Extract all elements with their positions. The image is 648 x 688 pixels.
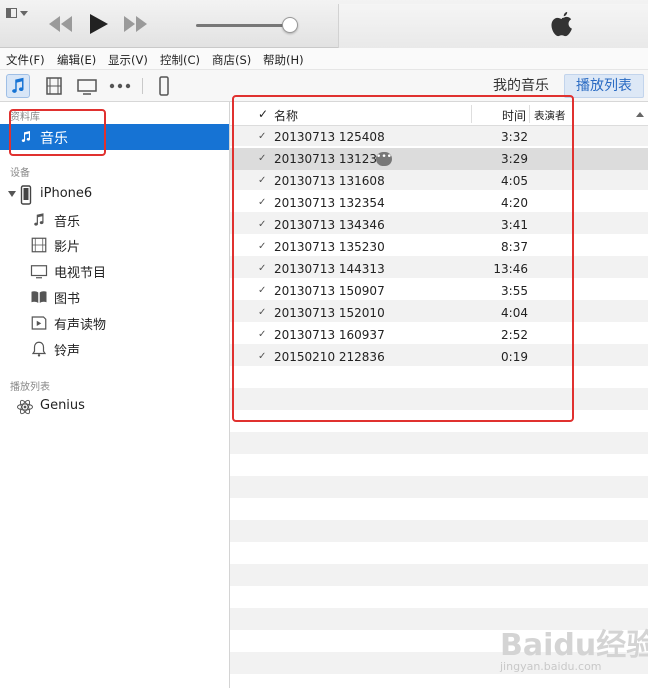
previous-track-icon[interactable]: [46, 12, 74, 36]
highlight-frame-song-list: [232, 95, 574, 422]
book-icon: [31, 291, 47, 303]
menu-store[interactable]: 商店(S): [212, 52, 251, 68]
menu-view[interactable]: 显示(V): [108, 52, 148, 68]
iphone-icon[interactable]: [152, 74, 176, 98]
window-menu-button[interactable]: [6, 8, 28, 20]
highlight-frame-library-music: [9, 109, 106, 156]
devices-heading: 设备: [10, 168, 30, 179]
bell-icon: [31, 341, 47, 357]
tab-my-music[interactable]: 我的音乐: [482, 75, 560, 97]
watermark: Baidu经验 jingyan.baidu.com: [500, 620, 648, 680]
film-icon[interactable]: [42, 74, 66, 98]
music-note-icon: [34, 213, 44, 226]
film-icon: [31, 237, 47, 253]
watermark-url: jingyan.baidu.com: [500, 660, 602, 673]
sidebar-item-label: 铃声: [54, 344, 81, 359]
next-track-icon[interactable]: [122, 12, 150, 36]
status-display: [338, 4, 648, 48]
sort-caret-icon[interactable]: [636, 112, 644, 117]
disclosure-triangle-icon[interactable]: [8, 191, 16, 197]
sidebar-item-label: 音乐: [54, 215, 81, 230]
sidebar-item-device-tv[interactable]: 电视节目: [30, 260, 210, 282]
playlists-heading: 播放列表: [10, 382, 50, 393]
sidebar-item-device-books[interactable]: 图书: [30, 286, 210, 308]
window-icon: [6, 8, 17, 18]
apple-logo-icon: [551, 11, 572, 37]
sidebar-item-label: 影片: [54, 240, 81, 255]
volume-slider-knob[interactable]: [282, 17, 298, 33]
menu-edit[interactable]: 编辑(E): [57, 52, 96, 68]
toolbar-divider: [142, 78, 143, 94]
menu-controls[interactable]: 控制(C): [160, 52, 200, 68]
sidebar-item-label: Genius: [40, 398, 85, 413]
sidebar-device-name: iPhone6: [40, 186, 93, 201]
iphone-icon: [20, 185, 32, 205]
menu-bar: 文件(F) 编辑(E) 显示(V) 控制(C) 商店(S) 帮助(H): [0, 48, 648, 70]
tv-icon: [30, 265, 48, 279]
more-dots-icon[interactable]: [108, 74, 132, 98]
sidebar-item-device-music[interactable]: 音乐: [30, 209, 210, 231]
sidebar-item-device-audiobooks[interactable]: 有声读物: [30, 312, 210, 334]
menu-file[interactable]: 文件(F): [6, 52, 45, 68]
music-note-icon[interactable]: [6, 74, 30, 98]
sidebar-item-label: 有声读物: [54, 318, 107, 333]
transport-bar: [0, 0, 648, 48]
sidebar-item-device-movies[interactable]: 影片: [30, 234, 210, 256]
watermark-brand: Baidu经验: [500, 628, 648, 663]
menu-help[interactable]: 帮助(H): [263, 52, 304, 68]
genius-atom-icon: [17, 399, 33, 415]
audiobook-icon: [31, 316, 47, 330]
tab-playlist[interactable]: 播放列表: [564, 74, 644, 98]
sidebar: 资料库 音乐 设备 iPhone6 音乐 影片 电视节目 图书 有声读物 铃声 …: [0, 102, 230, 688]
volume-slider[interactable]: [196, 24, 296, 27]
sidebar-device-iphone[interactable]: iPhone6: [8, 184, 208, 206]
tv-icon[interactable]: [75, 74, 99, 98]
sidebar-item-label: 图书: [54, 292, 81, 307]
chevron-down-icon: [20, 11, 28, 16]
sidebar-item-label: 电视节目: [54, 266, 107, 281]
play-icon[interactable]: [86, 12, 110, 36]
sidebar-item-device-ringtones[interactable]: 铃声: [30, 338, 210, 360]
sidebar-item-genius[interactable]: Genius: [16, 396, 206, 418]
